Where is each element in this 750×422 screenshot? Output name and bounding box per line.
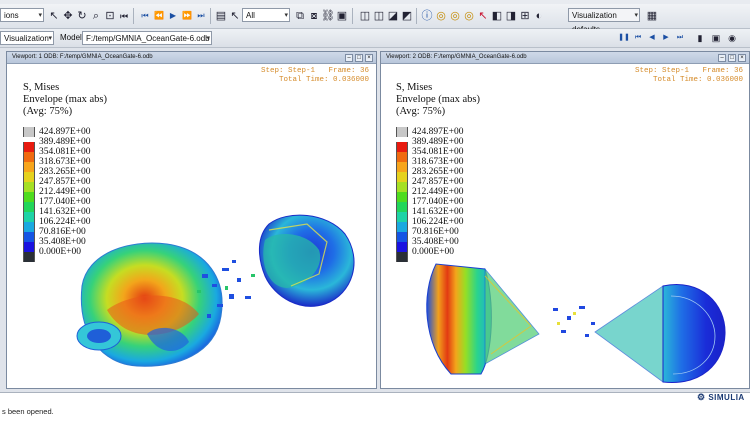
chevron-down-icon: ▾ bbox=[284, 12, 288, 19]
selection-arrow-icon[interactable]: ↖ bbox=[228, 9, 242, 23]
remove-group-icon[interactable]: ◎ bbox=[448, 9, 462, 23]
chevron-down-icon: ▾ bbox=[634, 12, 638, 19]
status-message: s been opened. bbox=[2, 407, 54, 416]
cross-section-model-plot[interactable] bbox=[381, 64, 749, 388]
display-group-icon[interactable]: ◎ bbox=[434, 9, 448, 23]
info-icon[interactable]: ⓘ bbox=[420, 9, 434, 23]
filter-combo[interactable]: ions ▾ bbox=[0, 8, 44, 22]
link-icon[interactable]: ⛓ bbox=[321, 9, 335, 23]
replace-group-icon[interactable]: ◎ bbox=[462, 9, 476, 23]
viewport-1[interactable]: Viewport: 1 ODB: F:/temp/GMNIA_OceanGate… bbox=[6, 51, 377, 389]
table-icon[interactable]: ▤ bbox=[214, 9, 228, 23]
anim-last-icon[interactable]: ⏭ bbox=[673, 31, 687, 45]
view-front-icon[interactable]: ◫ bbox=[358, 9, 372, 23]
viewport-2[interactable]: Viewport: 2 ODB: F:/temp/GMNIA_OceanGate… bbox=[380, 51, 750, 389]
copy-icon[interactable]: ⧉ bbox=[293, 9, 307, 23]
close-icon[interactable]: × bbox=[365, 54, 373, 62]
frame-first-icon[interactable]: ⏮ bbox=[138, 9, 152, 23]
box-icon[interactable]: ▣ bbox=[335, 9, 349, 23]
frame-prev-icon[interactable]: ⏪ bbox=[152, 9, 166, 23]
render-icon[interactable]: ◧ bbox=[490, 9, 504, 23]
logo-mark-icon: ⚙ bbox=[697, 392, 706, 402]
view-manager-icon[interactable]: ⊞ bbox=[518, 9, 532, 23]
query-arrow-icon[interactable]: ↖ bbox=[476, 9, 490, 23]
deformed-model-plot[interactable] bbox=[7, 64, 376, 388]
paste-icon[interactable]: ⧇ bbox=[307, 9, 321, 23]
viewport-2-titlebar: Viewport: 2 ODB: F:/temp/GMNIA_OceanGate… bbox=[381, 52, 749, 64]
left-section-shell bbox=[426, 263, 492, 375]
frame-last-icon[interactable]: ⏭ bbox=[194, 9, 208, 23]
module-combo[interactable]: Visualization ▾ bbox=[0, 31, 54, 45]
right-section-cone bbox=[594, 285, 664, 383]
brand-name: SIMULIA bbox=[708, 393, 745, 402]
chevron-down-icon: ▾ bbox=[38, 12, 42, 19]
magnify-icon[interactable]: ⌕ bbox=[89, 9, 103, 23]
pause-icon[interactable]: ❚❚ bbox=[617, 31, 631, 45]
zoom-box-icon[interactable]: ⊡ bbox=[103, 9, 117, 23]
shade-icon[interactable]: ◨ bbox=[504, 9, 518, 23]
visualization-defaults-combo[interactable]: Visualization defaults▾ bbox=[568, 8, 640, 34]
filter-combo-value: ions bbox=[4, 11, 19, 20]
play-icon[interactable]: ▶ bbox=[166, 9, 180, 23]
anim-first-icon[interactable]: ⏮ bbox=[631, 31, 645, 45]
module-combo-value: Visualization bbox=[4, 34, 49, 43]
right-section-shell bbox=[662, 284, 726, 383]
context-bar: Visualization ▾ Model: F:/temp/GMNIA_Ocea… bbox=[0, 29, 750, 48]
rotate-icon[interactable]: ↻ bbox=[75, 9, 89, 23]
left-section-cone bbox=[484, 267, 540, 365]
first-frame-icon[interactable]: ⏮ bbox=[117, 9, 131, 23]
main-toolbar: ions ▾ ↖ ✥ ↻ ⌕ ⊡ ⏮ ⏮ ⏪ ▶ ⏩ ⏭ ▤ ↖ All ▾ ⧉ ⧇… bbox=[0, 4, 750, 34]
close-icon[interactable]: × bbox=[738, 54, 746, 62]
pan-icon[interactable]: ✥ bbox=[61, 9, 75, 23]
maximize-icon[interactable]: □ bbox=[355, 54, 363, 62]
minimize-icon[interactable]: – bbox=[718, 54, 726, 62]
record-icon[interactable]: ◉ bbox=[725, 31, 739, 45]
frame-next-icon[interactable]: ⏩ bbox=[180, 9, 194, 23]
toolbar-separator bbox=[210, 8, 211, 24]
window-buttons: – □ × bbox=[716, 53, 746, 64]
window-buttons: – □ × bbox=[343, 53, 373, 64]
anim-prev-icon[interactable]: ◀ bbox=[645, 31, 659, 45]
debris-fragments-yellow bbox=[557, 312, 576, 325]
left-hull-opening bbox=[87, 329, 111, 343]
camera-icon[interactable]: ▣ bbox=[709, 31, 723, 45]
selection-filter-combo[interactable]: All ▾ bbox=[242, 8, 290, 22]
chevron-down-icon: ▾ bbox=[48, 35, 52, 42]
view-top-icon[interactable]: ◩ bbox=[400, 9, 414, 23]
minimize-icon[interactable]: – bbox=[345, 54, 353, 62]
movie-icon[interactable]: ▮ bbox=[693, 31, 707, 45]
viewport-1-title: Viewport: 1 ODB: F:/temp/GMNIA_OceanGate… bbox=[12, 54, 153, 60]
light-icon[interactable]: ◐ bbox=[532, 9, 546, 23]
layers-icon[interactable]: ▦ bbox=[645, 9, 659, 23]
simulia-logo: ⚙ SIMULIA bbox=[697, 392, 745, 403]
chevron-down-icon: ▾ bbox=[206, 35, 210, 42]
toolbar-separator bbox=[133, 8, 134, 24]
model-combo[interactable]: F:/temp/GMNIA_OceanGate-6.odb ▾ bbox=[82, 31, 212, 45]
message-area bbox=[0, 392, 750, 422]
selection-filter-value: All bbox=[246, 11, 255, 20]
select-arrow-icon[interactable]: ↖ bbox=[47, 9, 61, 23]
model-combo-value: F:/temp/GMNIA_OceanGate-6.odb bbox=[86, 34, 210, 43]
viewport-2-title: Viewport: 2 ODB: F:/temp/GMNIA_OceanGate… bbox=[386, 54, 527, 60]
toolbar-separator bbox=[352, 8, 353, 24]
anim-play-icon[interactable]: ▶ bbox=[659, 31, 673, 45]
viewport-1-titlebar: Viewport: 1 ODB: F:/temp/GMNIA_OceanGate… bbox=[7, 52, 376, 64]
toolbar-separator bbox=[416, 8, 417, 24]
view-back-icon[interactable]: ◫ bbox=[372, 9, 386, 23]
view-iso-icon[interactable]: ◪ bbox=[386, 9, 400, 23]
debris-fragments bbox=[553, 306, 595, 337]
model-label: Model: bbox=[60, 33, 85, 42]
maximize-icon[interactable]: □ bbox=[728, 54, 736, 62]
